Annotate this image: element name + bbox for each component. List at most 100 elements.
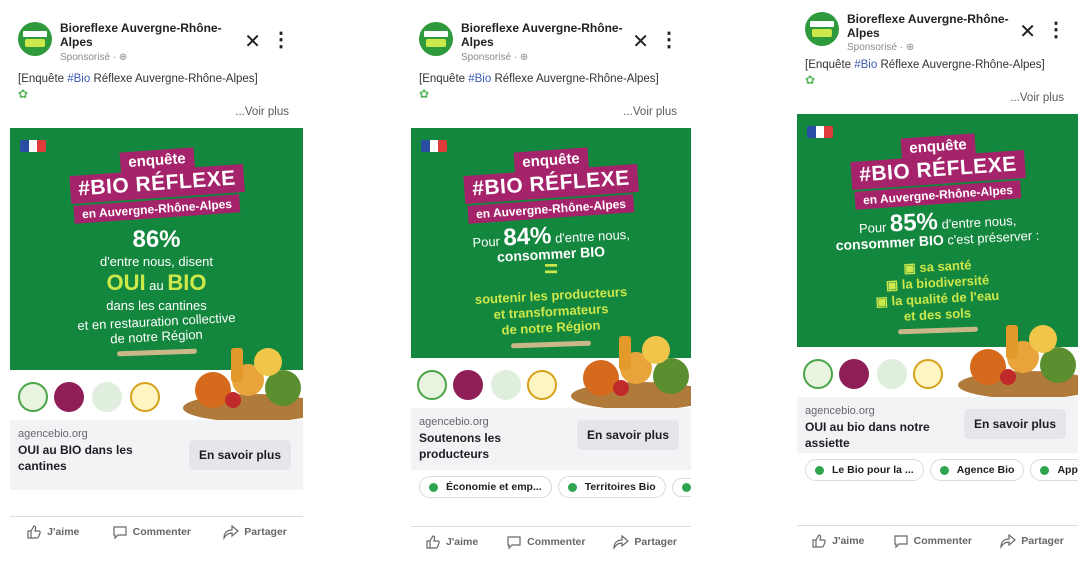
topic-chips: Économie et emp... Territoires Bio — [411, 470, 691, 508]
close-icon[interactable]: ✕ — [244, 32, 261, 52]
ad-line-1: d'entre nous, disent — [99, 254, 214, 269]
page-name[interactable]: Bioreflexe Auvergne-Rhône-Alpes — [847, 12, 1022, 40]
post-actions: J'aime Commenter Partager — [411, 526, 691, 556]
ad-image[interactable]: enquête #BIO RÉFLEXE en Auvergne-Rhône-A… — [411, 128, 691, 408]
interbio-logo-icon — [130, 382, 160, 412]
share-label: Partager — [244, 525, 287, 538]
link-headline: OUI au bio dans notre assiette — [805, 420, 930, 450]
topic-chip[interactable] — [671, 477, 691, 497]
topic-chips: Le Bio pour la ... Agence Bio Appr — [797, 453, 1078, 491]
post-text: [Enquête #Bio Réflexe Auvergne-Rhône-Alp… — [10, 72, 303, 106]
post-text: [Enquête #Bio Réflexe Auvergne-Rhône-Alp… — [411, 72, 691, 106]
topic-chip[interactable]: Territoires Bio — [557, 476, 666, 498]
link-preview[interactable]: agencebio.org OUI au bio dans notre assi… — [797, 397, 1078, 453]
oui-au-bio: OUI au BIO — [10, 270, 303, 296]
ad-post-2: Bioreflexe Auvergne-Rhône-Alpes Sponsori… — [411, 12, 691, 562]
pour-text: Pour — [472, 233, 501, 251]
hashtag-link[interactable]: #Bio — [854, 59, 877, 71]
topic-chip[interactable]: Économie et emp... — [419, 476, 552, 498]
comment-button[interactable]: Commenter — [506, 534, 586, 550]
leaf-emoji-icon: ✿ — [419, 87, 430, 101]
close-icon[interactable]: ✕ — [632, 32, 649, 52]
post-header: Bioreflexe Auvergne-Rhône-Alpes Sponsori… — [10, 12, 303, 72]
link-domain: agencebio.org — [18, 428, 88, 440]
sponsored-label: Sponsorisé · ⊕ — [847, 42, 915, 53]
link-headline: Soutenons les producteurs — [419, 431, 502, 461]
post-actions: J'aime Commenter Partager — [797, 525, 1078, 555]
hashtag-link[interactable]: #Bio — [468, 73, 491, 85]
post-text-suffix: Réflexe Auvergne-Rhône-Alpes] — [491, 73, 659, 85]
share-button[interactable]: Partager — [613, 534, 677, 550]
post-text-suffix: Réflexe Auvergne-Rhône-Alpes] — [90, 73, 258, 85]
share-icon — [223, 524, 240, 540]
thumbs-up-icon — [27, 524, 41, 539]
comment-label: Commenter — [132, 525, 192, 538]
ad-post-3: Bioreflexe Auvergne-Rhône-Alpes Sponsori… — [797, 6, 1078, 561]
learn-more-button[interactable]: En savoir plus — [963, 409, 1066, 439]
benefit-label: sa santé — [919, 257, 972, 275]
link-domain: agencebio.org — [419, 416, 489, 428]
comment-button[interactable]: Commenter — [112, 524, 191, 540]
chip-label: Agence Bio — [956, 464, 1015, 476]
share-icon — [1000, 533, 1017, 549]
chambre-agriculture-logo-icon — [92, 382, 122, 412]
share-label: Partager — [634, 535, 678, 548]
more-options-icon[interactable]: ⋮ — [271, 30, 291, 50]
post-text-prefix: [Enquête — [18, 73, 68, 85]
page-logo-icon[interactable] — [805, 12, 839, 46]
link-headline: OUI au BIO dans les cantines — [18, 443, 133, 473]
more-options-icon[interactable]: ⋮ — [1046, 20, 1066, 40]
post-header: Bioreflexe Auvergne-Rhône-Alpes Sponsori… — [797, 6, 1078, 58]
ad-image[interactable]: enquête #BIO RÉFLEXE en Auvergne-Rhône-A… — [797, 114, 1078, 397]
link-domain: agencebio.org — [805, 405, 875, 417]
pour-text: Pour — [858, 219, 887, 237]
like-button[interactable]: J'aime — [425, 534, 478, 550]
au-text: au — [149, 278, 164, 293]
learn-more-button[interactable]: En savoir plus — [188, 440, 291, 470]
link-preview[interactable]: agencebio.org OUI au BIO dans les cantin… — [10, 420, 303, 490]
page-logo-icon[interactable] — [419, 22, 453, 56]
post-actions: J'aime Commenter Partager — [10, 516, 303, 546]
preserver-text: c'est préserver : — [946, 227, 1040, 248]
comment-icon — [894, 534, 908, 548]
post-text: [Enquête #Bio Réflexe Auvergne-Rhône-Alp… — [797, 58, 1078, 92]
ad-image[interactable]: enquête #BIO RÉFLEXE en Auvergne-Rhône-A… — [10, 128, 303, 420]
comment-icon — [507, 535, 521, 549]
share-button[interactable]: Partager — [223, 524, 287, 540]
link-preview[interactable]: agencebio.org Soutenons les producteurs … — [411, 408, 691, 470]
topic-chip[interactable]: Le Bio pour la ... — [805, 459, 924, 481]
comment-button[interactable]: Commenter — [893, 533, 972, 549]
see-more-link[interactable]: ...Voir plus — [10, 106, 303, 128]
french-flag-icon — [20, 140, 46, 152]
like-button[interactable]: J'aime — [26, 524, 79, 540]
topic-chip[interactable]: Appr — [1030, 459, 1078, 481]
vegetable-basket-icon — [958, 325, 1078, 397]
comment-label: Commenter — [527, 535, 586, 548]
thumbs-up-icon — [812, 533, 826, 548]
learn-more-button[interactable]: En savoir plus — [576, 420, 679, 450]
share-button[interactable]: Partager — [1000, 533, 1064, 549]
topic-chip[interactable]: Agence Bio — [929, 459, 1025, 481]
chip-label: Territoires Bio — [584, 481, 656, 493]
close-icon[interactable]: ✕ — [1019, 22, 1036, 42]
chip-label: Le Bio pour la ... — [832, 464, 914, 476]
hashtag-link[interactable]: #Bio — [67, 73, 90, 85]
chambre-agriculture-logo-icon — [491, 370, 521, 400]
page-name[interactable]: Bioreflexe Auvergne-Rhône-Alpes — [461, 21, 636, 49]
french-flag-icon — [421, 140, 447, 152]
like-button[interactable]: J'aime — [811, 533, 864, 549]
post-text-prefix: [Enquête — [419, 73, 469, 85]
share-label: Partager — [1021, 534, 1064, 547]
sponsored-label: Sponsorisé · ⊕ — [60, 52, 128, 63]
more-options-icon[interactable]: ⋮ — [659, 30, 679, 50]
page-name[interactable]: Bioreflexe Auvergne-Rhône-Alpes — [60, 21, 235, 49]
percent-86: 86% — [132, 226, 181, 253]
like-label: J'aime — [832, 534, 865, 547]
vegetable-basket-icon — [183, 348, 303, 420]
french-flag-icon — [807, 126, 833, 138]
region-logo-icon — [453, 370, 483, 400]
thumbs-up-icon — [426, 534, 440, 549]
page-logo-icon[interactable] — [18, 22, 52, 56]
see-more-link[interactable]: ...Voir plus — [411, 106, 691, 128]
see-more-link[interactable]: ...Voir plus — [797, 92, 1078, 114]
